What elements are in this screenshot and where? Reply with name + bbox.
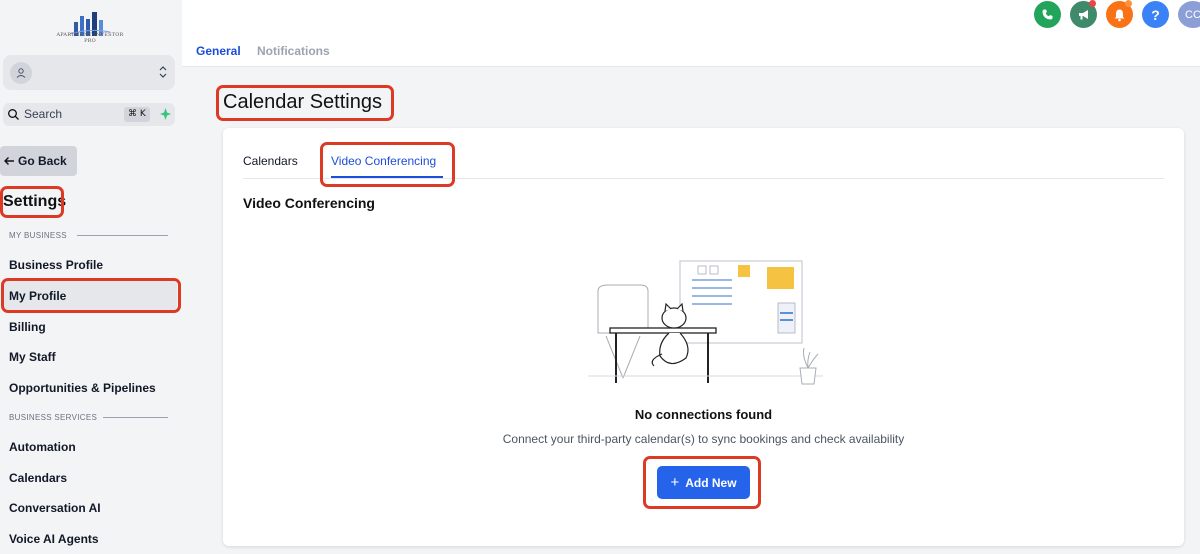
active-tab-indicator [331,176,443,178]
user-avatar[interactable]: CC [1178,1,1200,28]
logo-text: APARTMENT INVESTOR PRO [56,32,124,44]
page-title: Calendar Settings [223,91,382,113]
section-divider [103,417,168,418]
top-header: General Notifications ? CC [182,0,1200,67]
tab-general[interactable]: General [196,44,241,58]
sparkle-icon[interactable] [159,107,172,121]
empty-state-illustration [588,260,823,385]
tabs-divider [243,178,1164,179]
sidebar-item-my-profile[interactable]: My Profile [9,289,66,303]
sidebar-item-voice-ai-agents[interactable]: Voice AI Agents [9,532,99,546]
plus-icon: + [670,474,680,491]
tab-notifications[interactable]: Notifications [257,44,330,58]
help-button[interactable]: ? [1142,1,1169,28]
tab-calendars[interactable]: Calendars [243,154,298,168]
sidebar-item-opportunities-pipelines[interactable]: Opportunities & Pipelines [9,381,156,395]
phone-icon [1042,9,1053,20]
sidebar-item-calendars[interactable]: Calendars [9,471,67,485]
account-switcher[interactable] [3,55,175,90]
chevron-updown-icon [159,66,167,78]
section-label-my-business: MY BUSINESS [9,231,67,240]
sidebar-item-business-profile[interactable]: Business Profile [9,258,103,272]
search-bar[interactable]: Search ⌘ K [3,103,175,126]
settings-title: Settings [3,193,67,210]
sidebar-item-my-staff[interactable]: My Staff [9,350,56,364]
go-back-label: Go Back [18,154,67,168]
empty-state-description: Connect your third-party calendar(s) to … [502,432,905,446]
sidebar-item-billing[interactable]: Billing [9,320,46,334]
sidebar: APARTMENT INVESTOR PRO Search ⌘ K Go Bac… [0,0,182,554]
user-icon [10,62,32,84]
go-back-button[interactable]: Go Back [0,146,77,176]
add-new-label: Add New [685,475,737,490]
section-divider [77,235,168,236]
settings-card: Calendars Video Conferencing Video Confe… [223,128,1184,546]
search-icon [8,109,19,120]
notification-dot [1089,0,1096,7]
help-icon: ? [1151,6,1160,23]
search-shortcut: ⌘ K [124,107,150,122]
section-label-business-services: BUSINESS SERVICES [9,413,98,422]
arrow-left-icon [4,157,14,165]
sidebar-item-conversation-ai[interactable]: Conversation AI [9,501,101,515]
megaphone-icon [1078,10,1088,20]
sidebar-item-automation[interactable]: Automation [9,440,76,454]
search-label: Search [24,107,63,121]
user-initials: CC [1185,8,1200,21]
phone-button[interactable] [1034,1,1061,28]
notification-dot [1125,0,1132,7]
section-heading: Video Conferencing [243,195,375,211]
empty-state-title: No connections found [634,407,773,422]
tab-video-conferencing[interactable]: Video Conferencing [331,154,436,168]
add-new-button[interactable]: + Add New [657,466,750,499]
bell-icon [1114,9,1125,21]
